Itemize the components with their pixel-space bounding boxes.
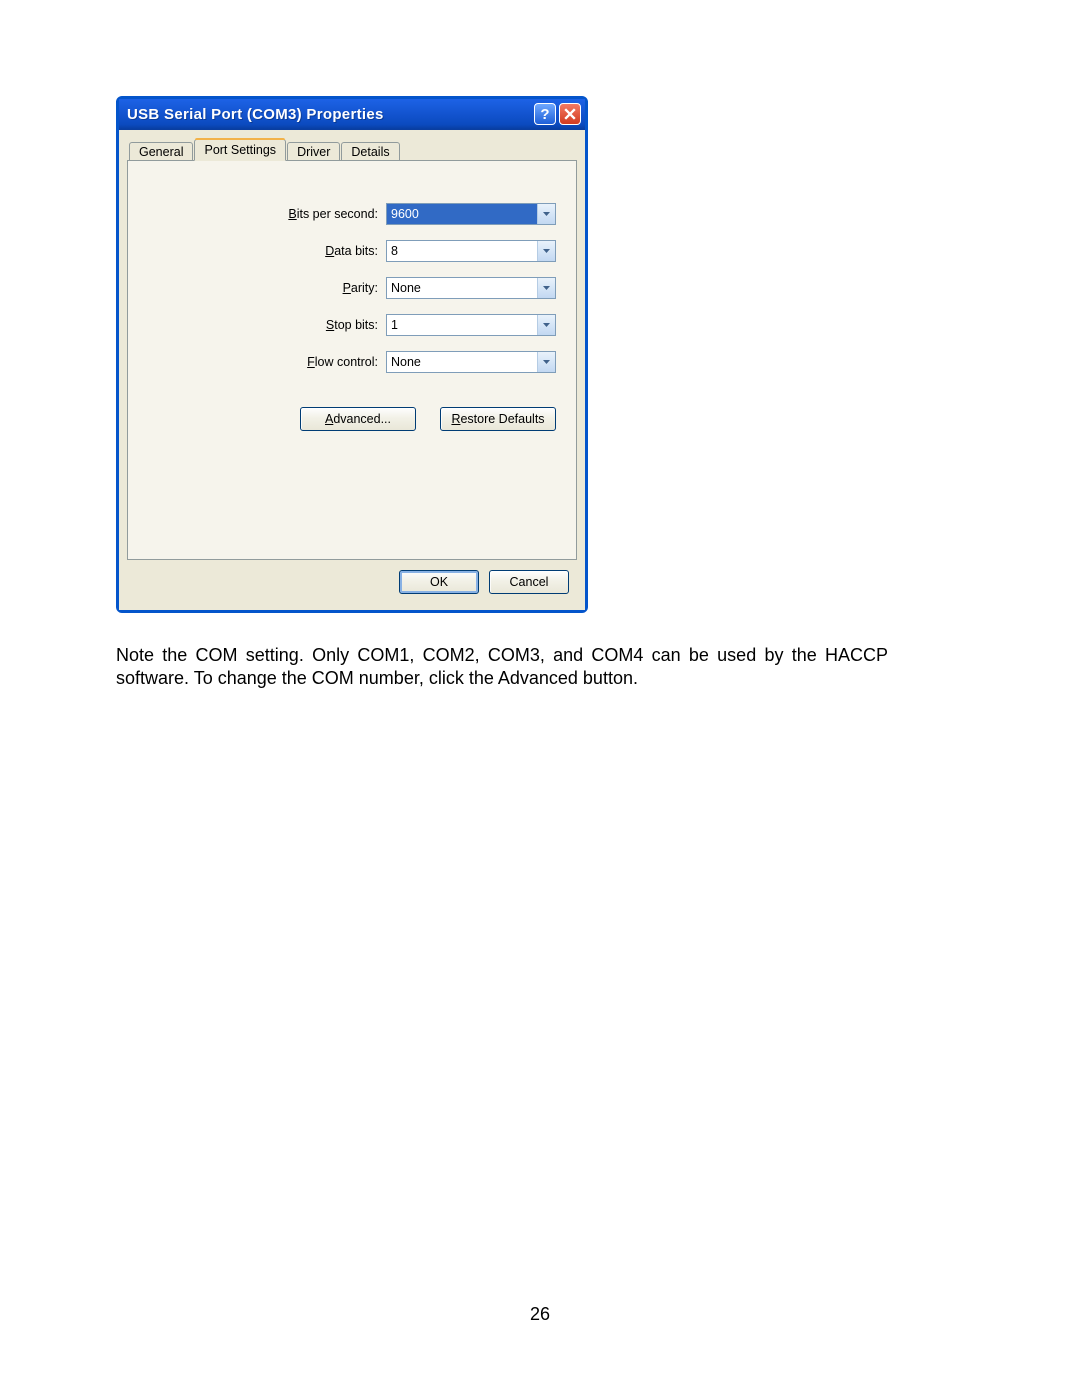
form-button-row: Advanced... Restore Defaults: [300, 407, 556, 431]
combo-value: None: [387, 278, 537, 298]
label-data-bits: Data bits:: [325, 244, 378, 258]
combo-value: 1: [387, 315, 537, 335]
dialog-button-row: OK Cancel: [127, 560, 577, 602]
properties-dialog: USB Serial Port (COM3) Properties ? Gene…: [116, 96, 588, 613]
combo-parity[interactable]: None: [386, 277, 556, 299]
restore-defaults-button[interactable]: Restore Defaults: [440, 407, 556, 431]
row-data-bits: Data bits: 8: [128, 240, 556, 262]
row-stop-bits: Stop bits: 1: [128, 314, 556, 336]
chevron-down-icon[interactable]: [537, 204, 555, 224]
chevron-down-icon[interactable]: [537, 278, 555, 298]
label-flow-control: Flow control:: [307, 355, 378, 369]
tab-details[interactable]: Details: [341, 142, 399, 162]
label-parity: Parity:: [343, 281, 378, 295]
tab-strip: General Port Settings Driver Details: [127, 138, 577, 161]
document-page: USB Serial Port (COM3) Properties ? Gene…: [0, 0, 1080, 1397]
row-bits-per-second: Bits per second: 9600: [128, 203, 556, 225]
label-bits-per-second: Bits per second:: [288, 207, 378, 221]
titlebar[interactable]: USB Serial Port (COM3) Properties ?: [119, 99, 585, 130]
combo-value: 9600: [387, 204, 537, 224]
close-icon: [564, 108, 576, 120]
help-button[interactable]: ?: [534, 103, 556, 125]
combo-stop-bits[interactable]: 1: [386, 314, 556, 336]
close-button[interactable]: [559, 103, 581, 125]
help-icon: ?: [540, 106, 549, 123]
ok-button[interactable]: OK: [399, 570, 479, 594]
window-title: USB Serial Port (COM3) Properties: [119, 106, 534, 123]
tab-driver[interactable]: Driver: [287, 142, 340, 162]
combo-value: None: [387, 352, 537, 372]
tab-port-settings[interactable]: Port Settings: [194, 139, 286, 161]
titlebar-buttons: ?: [534, 103, 585, 125]
combo-flow-control[interactable]: None: [386, 351, 556, 373]
row-parity: Parity: None: [128, 277, 556, 299]
chevron-down-icon[interactable]: [537, 352, 555, 372]
port-settings-form: Bits per second: 9600 Data bits: 8: [128, 203, 576, 388]
combo-bits-per-second[interactable]: 9600: [386, 203, 556, 225]
tab-general[interactable]: General: [129, 142, 193, 162]
caption-text: Note the COM setting. Only COM1, COM2, C…: [116, 644, 888, 690]
advanced-button[interactable]: Advanced...: [300, 407, 416, 431]
dialog-client: General Port Settings Driver Details Bit…: [119, 130, 585, 610]
chevron-down-icon[interactable]: [537, 315, 555, 335]
page-number: 26: [0, 1304, 1080, 1325]
tab-panel: Bits per second: 9600 Data bits: 8: [127, 160, 577, 560]
label-stop-bits: Stop bits:: [326, 318, 378, 332]
combo-value: 8: [387, 241, 537, 261]
row-flow-control: Flow control: None: [128, 351, 556, 373]
combo-data-bits[interactable]: 8: [386, 240, 556, 262]
chevron-down-icon[interactable]: [537, 241, 555, 261]
cancel-button[interactable]: Cancel: [489, 570, 569, 594]
